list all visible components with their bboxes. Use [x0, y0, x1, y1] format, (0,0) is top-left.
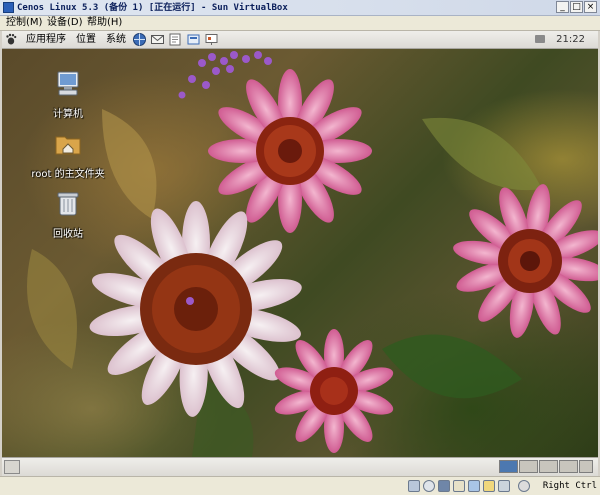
- trash-applet[interactable]: [579, 460, 593, 473]
- desktop-icon-label: root 的主文件夹: [31, 169, 105, 180]
- vbox-status-bar: Right Ctrl: [0, 476, 600, 495]
- desktop-icon-home[interactable]: root 的主文件夹: [28, 129, 108, 180]
- flower-right: [453, 184, 598, 338]
- home-folder-icon: [55, 136, 81, 155]
- window-controls: _ □ ×: [556, 1, 597, 13]
- network-icon[interactable]: [468, 480, 480, 492]
- window-title-bar[interactable]: Cenos Linux 5.3 (备份 1) [正在运行] - Sun Virt…: [0, 0, 600, 16]
- window-title: Cenos Linux 5.3 (备份 1) [正在运行] - Sun Virt…: [17, 3, 288, 13]
- workspace-2[interactable]: [519, 460, 538, 473]
- menu-help[interactable]: 帮助(H): [87, 17, 122, 29]
- floppy-icon[interactable]: [438, 480, 450, 492]
- menu-devices[interactable]: 设备(D): [47, 17, 83, 29]
- desktop-icon-computer[interactable]: 计算机: [28, 69, 108, 120]
- presentation-icon[interactable]: [204, 32, 219, 47]
- usb-icon[interactable]: [453, 480, 465, 492]
- panel-clock[interactable]: 21:22: [556, 33, 585, 46]
- gnome-top-panel: 应用程序 位置 系统 21:22: [2, 31, 598, 49]
- workspace-1[interactable]: [499, 460, 518, 473]
- desktop-icon-label: 计算机: [53, 109, 83, 120]
- virtualbox-app-icon: [3, 2, 14, 13]
- cd-icon[interactable]: [423, 480, 435, 492]
- panel-menu-system[interactable]: 系统: [106, 33, 126, 46]
- menu-machine[interactable]: 控制(M): [6, 17, 42, 29]
- desktop-icon-trash[interactable]: 回收站: [28, 189, 108, 240]
- desktop-background[interactable]: 计算机 root 的主文件夹 回收站: [2, 49, 598, 457]
- flower-top: [208, 69, 372, 233]
- shared-folder-icon[interactable]: [483, 480, 495, 492]
- flower-bottom: [274, 329, 394, 453]
- mouse-integration-icon[interactable]: [518, 480, 530, 492]
- workspace-3[interactable]: [539, 460, 558, 473]
- host-key-label: Right Ctrl: [542, 481, 597, 491]
- show-desktop-button[interactable]: [4, 460, 20, 474]
- gnome-foot-icon: [6, 33, 17, 45]
- minimize-button[interactable]: _: [556, 1, 569, 13]
- panel-menu-applications[interactable]: 应用程序: [26, 33, 66, 46]
- battery-icon[interactable]: [535, 35, 545, 43]
- flower-large: [89, 201, 302, 417]
- office-icon[interactable]: [186, 32, 201, 47]
- notes-icon[interactable]: [168, 32, 183, 47]
- desktop-icon-label: 回收站: [53, 229, 83, 240]
- vbox-menu-bar: 控制(M) 设备(D) 帮助(H): [0, 16, 600, 31]
- vrdp-icon[interactable]: [498, 480, 510, 492]
- email-icon[interactable]: [150, 32, 165, 47]
- panel-menu-places[interactable]: 位置: [76, 33, 96, 46]
- hard-disk-icon[interactable]: [408, 480, 420, 492]
- gnome-bottom-panel: [2, 457, 598, 476]
- close-button[interactable]: ×: [584, 1, 597, 13]
- status-divider: [533, 480, 537, 492]
- maximize-button[interactable]: □: [570, 1, 583, 13]
- computer-icon: [57, 71, 79, 96]
- workspace-4[interactable]: [559, 460, 578, 473]
- web-browser-icon[interactable]: [132, 32, 147, 47]
- trash-icon: [57, 192, 79, 216]
